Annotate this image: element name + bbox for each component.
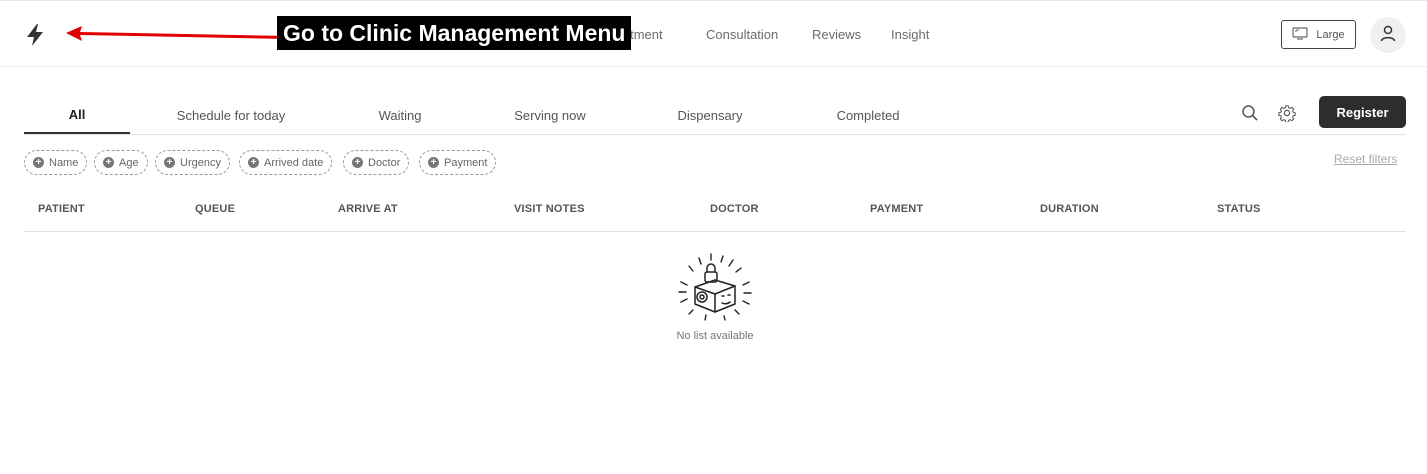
- register-button[interactable]: Register: [1319, 96, 1406, 128]
- table-header: PATIENT QUEUE ARRIVE AT VISIT NOTES DOCT…: [24, 190, 1406, 232]
- tab-schedule-today[interactable]: Schedule for today: [156, 96, 306, 135]
- column-header-status[interactable]: STATUS: [1217, 203, 1261, 215]
- plus-icon: +: [428, 157, 439, 168]
- plus-icon: +: [103, 157, 114, 168]
- tab-dispensary[interactable]: Dispensary: [664, 96, 756, 135]
- empty-box-icon: [678, 253, 752, 321]
- nav-item-consultation[interactable]: Consultation: [706, 27, 778, 42]
- filter-chip-age[interactable]: + Age: [94, 150, 148, 175]
- tab-serving-now[interactable]: Serving now: [500, 96, 600, 135]
- column-header-patient[interactable]: PATIENT: [38, 203, 85, 215]
- tab-waiting[interactable]: Waiting: [360, 96, 440, 135]
- filter-chip-urgency[interactable]: + Urgency: [155, 150, 230, 175]
- filter-chip-payment[interactable]: + Payment: [419, 150, 497, 175]
- top-bar: intment Consultation Reviews Insight Lar…: [0, 0, 1427, 67]
- filter-chip-label: Doctor: [368, 156, 401, 169]
- filter-chip-label: Urgency: [180, 156, 221, 169]
- column-header-payment[interactable]: PAYMENT: [870, 203, 923, 215]
- filter-chip-name[interactable]: + Name: [24, 150, 88, 175]
- monitor-icon: [1292, 26, 1309, 43]
- empty-state-text: No list available: [676, 330, 754, 342]
- filter-chip-label: Payment: [444, 156, 488, 169]
- nav-item-reviews[interactable]: Reviews: [812, 27, 861, 42]
- display-size-button[interactable]: Large: [1281, 20, 1356, 49]
- filter-chip-arrived-date[interactable]: + Arrived date: [239, 150, 333, 175]
- annotation-label: Go to Clinic Management Menu: [277, 16, 632, 50]
- search-icon[interactable]: [1239, 102, 1261, 124]
- nav-item-insight[interactable]: Insight: [891, 27, 929, 42]
- reset-filters-link[interactable]: Reset filters: [1334, 152, 1397, 166]
- column-header-arrive-at[interactable]: ARRIVE AT: [338, 203, 398, 215]
- tab-all[interactable]: All: [24, 96, 130, 134]
- user-icon: [1379, 24, 1397, 47]
- user-avatar[interactable]: [1370, 17, 1406, 53]
- column-header-duration[interactable]: DURATION: [1040, 203, 1099, 215]
- filter-chip-label: Age: [119, 156, 139, 169]
- plus-icon: +: [352, 157, 363, 168]
- filter-chip-label: Arrived date: [264, 156, 324, 169]
- column-header-visit-notes[interactable]: VISIT NOTES: [514, 203, 585, 215]
- plus-icon: +: [33, 157, 44, 168]
- plus-icon: +: [164, 157, 175, 168]
- gear-icon[interactable]: [1276, 102, 1298, 124]
- lightning-logo-icon[interactable]: [23, 22, 47, 48]
- filter-chip-doctor[interactable]: + Doctor: [343, 150, 410, 175]
- column-header-queue[interactable]: QUEUE: [195, 203, 235, 215]
- tab-completed[interactable]: Completed: [822, 96, 914, 135]
- column-header-doctor[interactable]: DOCTOR: [710, 203, 759, 215]
- filter-chip-label: Name: [49, 156, 79, 169]
- plus-icon: +: [248, 157, 259, 168]
- status-tabs: All Schedule for today Waiting Serving n…: [24, 96, 1406, 135]
- display-size-label: Large: [1316, 28, 1345, 41]
